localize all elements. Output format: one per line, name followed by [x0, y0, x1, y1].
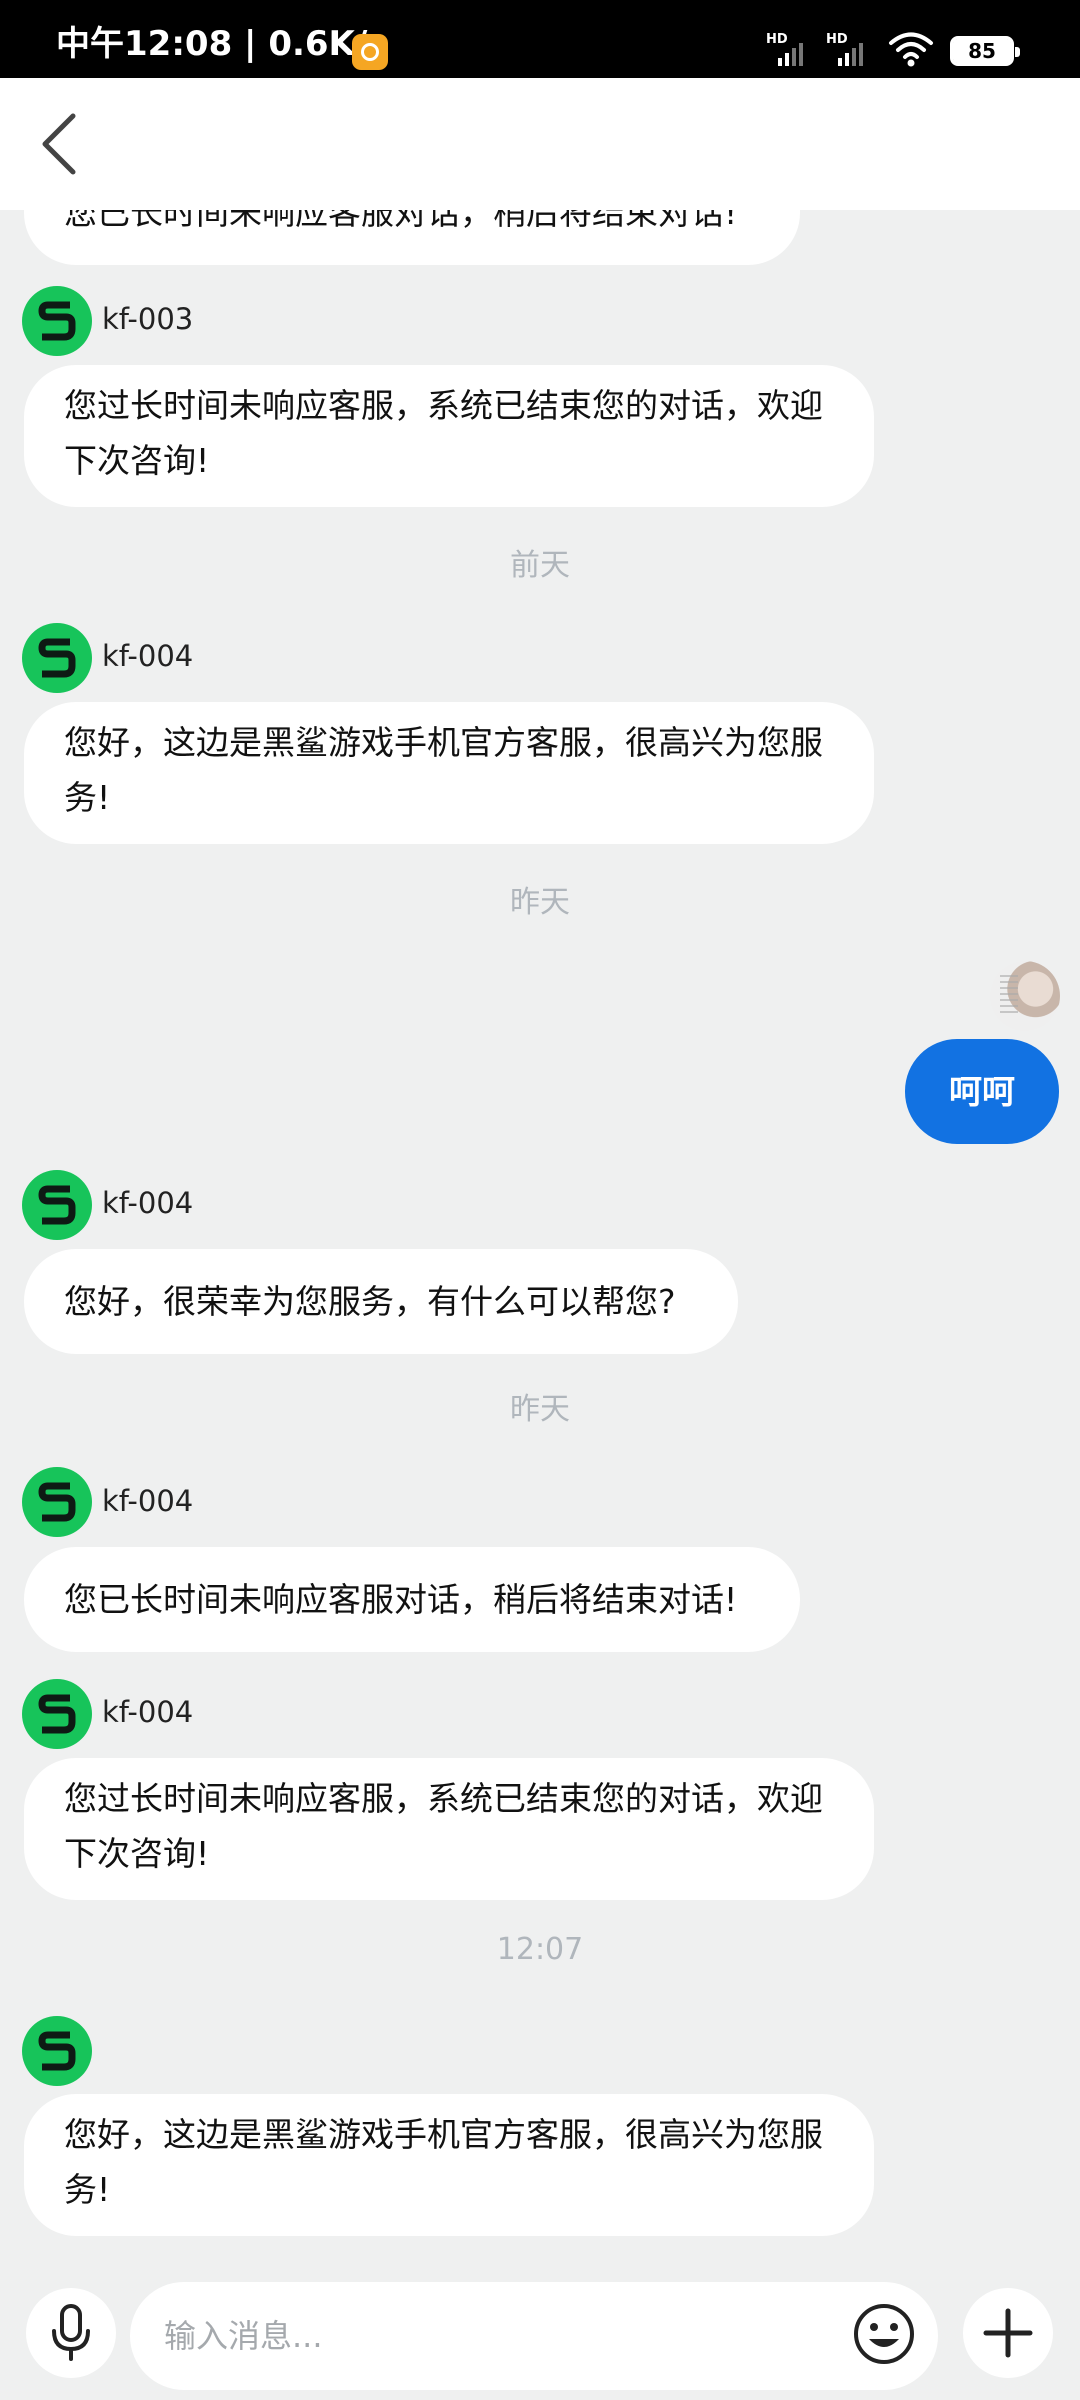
agent-avatar[interactable]	[22, 1170, 92, 1240]
emoji-button[interactable]	[852, 2302, 916, 2366]
input-bar	[0, 2280, 1080, 2400]
agent-avatar[interactable]	[22, 2016, 92, 2086]
agent-avatar[interactable]	[22, 1467, 92, 1537]
agent-avatar[interactable]	[22, 623, 92, 693]
agent-name: kf-004	[102, 639, 194, 673]
black-shark-logo-icon	[38, 301, 76, 341]
agent-name: kf-004	[102, 1186, 194, 1220]
incoming-message-bubble: 您已长时间未响应客服对话，稍后将结束对话!	[24, 1547, 800, 1652]
agent-name: kf-004	[102, 1695, 194, 1729]
notification-app-icon	[352, 34, 388, 70]
message-input[interactable]	[130, 2282, 938, 2390]
battery-level: 85	[953, 39, 1011, 63]
incoming-message-bubble: 您好，这边是黑鲨游戏手机官方客服，很高兴为您服务!	[24, 702, 874, 844]
more-actions-button[interactable]	[963, 2288, 1053, 2378]
user-avatar[interactable]	[990, 961, 1060, 1031]
agent-avatar[interactable]	[22, 286, 92, 356]
date-separator: 昨天	[510, 1392, 570, 1427]
incoming-message-bubble: 您好，这边是黑鲨游戏手机官方客服，很高兴为您服务!	[24, 2094, 874, 2236]
battery-icon: 85	[950, 36, 1020, 66]
chat-message-list[interactable]: 您已长时间未响应客服对话，稍后将结束对话! kf-003 您过长时间未响应客服，…	[0, 210, 1080, 2280]
status-bar: 中午12:08 | 0.6K/s HD HD 85	[0, 0, 1080, 78]
voice-input-button[interactable]	[26, 2288, 116, 2378]
outgoing-message-bubble: 呵呵	[905, 1039, 1059, 1144]
black-shark-logo-icon	[38, 1694, 76, 1734]
black-shark-logo-icon	[38, 1185, 76, 1225]
agent-name: kf-004	[102, 1484, 194, 1518]
date-separator: 昨天	[510, 885, 570, 920]
microphone-icon	[52, 2304, 90, 2361]
signal-sim1-icon: HD	[766, 32, 812, 66]
back-button[interactable]	[24, 106, 94, 182]
agent-avatar[interactable]	[22, 1679, 92, 1749]
smiley-icon	[854, 2304, 914, 2364]
incoming-message-bubble: 您好，很荣幸为您服务，有什么可以帮您?	[24, 1249, 738, 1354]
date-separator: 12:07	[496, 1932, 584, 1967]
black-shark-logo-icon	[38, 2031, 76, 2071]
incoming-message-bubble: 您过长时间未响应客服，系统已结束您的对话，欢迎下次咨询!	[24, 1758, 874, 1900]
wifi-icon	[889, 32, 933, 67]
black-shark-logo-icon	[38, 1482, 76, 1522]
plus-icon	[983, 2308, 1033, 2358]
signal-sim2-icon: HD	[826, 32, 872, 66]
incoming-message-bubble: 您已长时间未响应客服对话，稍后将结束对话!	[24, 210, 800, 265]
black-shark-logo-icon	[38, 638, 76, 678]
agent-name: kf-003	[102, 302, 194, 336]
status-time: 中午12:08 | 0.6K/s	[56, 24, 388, 64]
chevron-left-icon	[42, 113, 76, 175]
nav-bar	[0, 78, 1080, 210]
incoming-message-bubble: 您过长时间未响应客服，系统已结束您的对话，欢迎下次咨询!	[24, 365, 874, 507]
date-separator: 前天	[510, 548, 570, 583]
